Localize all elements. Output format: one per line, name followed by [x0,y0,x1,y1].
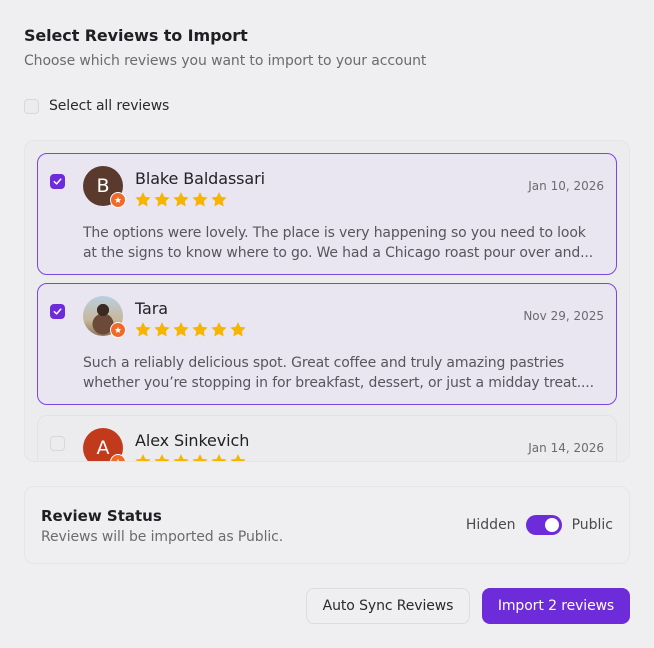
modal-title: Select Reviews to Import [24,26,248,45]
source-badge-icon [110,454,126,461]
auto-sync-button[interactable]: Auto Sync Reviews [306,588,470,624]
avatar [83,296,126,338]
toggle-off-label: Hidden [465,517,516,533]
review-card[interactable]: B Blake Baldassari Jan 10, 2026 The opti… [37,153,617,275]
review-card[interactable]: A Alex Sinkevich Jan 14, 2026 [37,415,617,461]
review-card[interactable]: Tara Nov 29, 2025 Such a reliably delici… [37,283,617,405]
modal-subtitle: Choose which reviews you want to import … [24,53,427,69]
status-title: Review Status [41,507,162,525]
review-checkbox[interactable] [50,436,65,451]
avatar-initial: B [96,175,110,197]
star-icon [192,192,208,207]
review-text: The options were lovely. The place is ve… [83,225,594,261]
toggle-on-label: Public [571,517,613,533]
avatar: B [83,166,126,208]
star-icon [135,192,151,207]
reviewer-name: Blake Baldassari [135,169,265,188]
star-icon [173,322,189,337]
visibility-toggle-group: Hidden Public [466,515,613,535]
status-description: Reviews will be imported as Public. [41,529,284,545]
review-text: Such a reliably delicious spot. Great co… [83,355,594,391]
star-icon [135,454,151,461]
star-icon [154,454,170,461]
avatar: A [83,428,126,461]
review-status-panel: Review Status Reviews will be imported a… [24,486,630,564]
star-icon [192,322,208,337]
star-icon [192,454,208,461]
review-date: Jan 14, 2026 [528,441,604,455]
star-icon [173,192,189,207]
select-all-row[interactable]: Select all reviews [24,96,169,116]
review-date: Nov 29, 2025 [523,309,604,323]
review-list[interactable]: B Blake Baldassari Jan 10, 2026 The opti… [24,140,630,462]
star-icon [154,322,170,337]
star-icon [230,322,246,337]
select-all-label: Select all reviews [49,98,170,114]
star-icon [230,454,246,461]
checkmark-icon [53,178,62,185]
star-rating [134,191,228,208]
source-badge-icon [110,192,126,208]
review-checkbox[interactable] [50,304,65,319]
star-icon [211,454,227,461]
star-icon [154,192,170,207]
import-reviews-button[interactable]: Import 2 reviews [482,588,630,624]
star-icon [211,192,227,207]
star-icon [135,322,151,337]
avatar-initial: A [96,437,110,459]
visibility-toggle[interactable] [525,515,562,535]
star-icon [173,454,189,461]
checkmark-icon [53,308,62,315]
reviewer-name: Tara [135,299,168,318]
source-badge-icon [110,322,126,338]
import-reviews-modal: Select Reviews to Import Choose which re… [0,0,654,648]
review-checkbox[interactable] [50,174,65,189]
star-rating [134,453,247,461]
star-icon [211,322,227,337]
review-date: Jan 10, 2026 [528,179,604,193]
star-rating [134,321,247,338]
select-all-checkbox[interactable] [24,98,39,114]
reviewer-name: Alex Sinkevich [135,431,250,450]
toggle-knob [544,518,559,532]
